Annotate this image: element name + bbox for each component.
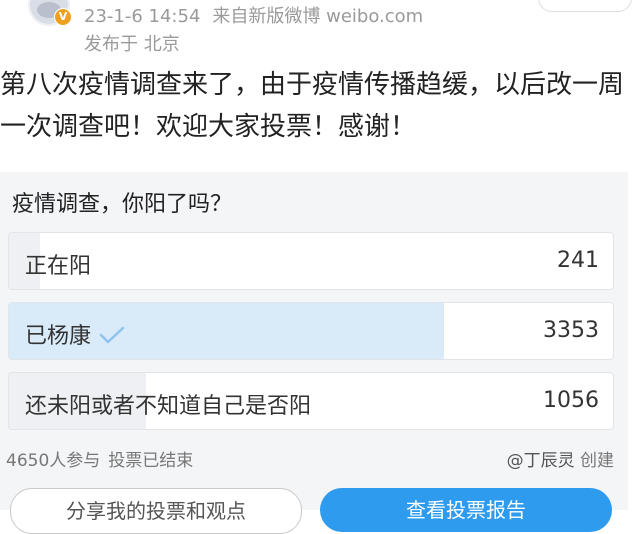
vote-title: 疫情调查，你阳了吗？ (12, 192, 233, 217)
vote-status: 投票已结束 (108, 451, 194, 471)
creator-suffix: 创建 (580, 451, 614, 471)
vote-card: 疫情调查，你阳了吗？ 正在阳 241 已杨康 3353 还未阳或者不知道自己是否… (0, 172, 628, 534)
vote-option-count: 3353 (543, 318, 599, 343)
vote-option-label: 已杨康 (25, 318, 125, 351)
vote-option-count: 1056 (543, 388, 599, 413)
post-text: 第八次疫情调查来了，由于疫情传播趋缓，以后改一周一次调查吧！欢迎大家投票！感谢！ (0, 70, 625, 142)
checkmark-icon (99, 325, 125, 351)
vote-participants: 4650人参与 (6, 451, 101, 471)
vote-option-count: 241 (557, 248, 599, 273)
post-location: 发布于 北京 (84, 34, 180, 55)
vote-option[interactable]: 正在阳 241 (8, 232, 614, 290)
creator-link[interactable]: @丁辰灵 (507, 451, 575, 471)
vote-option[interactable]: 还未阳或者不知道自己是否阳 1056 (8, 372, 614, 430)
vote-option[interactable]: 已杨康 3353 (8, 302, 614, 360)
view-report-button[interactable]: 查看投票报告 (320, 488, 612, 532)
share-vote-button[interactable]: 分享我的投票和观点 (10, 488, 302, 534)
vote-option-label: 还未阳或者不知道自己是否阳 (25, 394, 312, 419)
post-source[interactable]: 来自新版微博 weibo.com (212, 6, 423, 27)
follow-button[interactable] (538, 0, 632, 12)
vote-stats: 4650人参与 投票已结束 (6, 446, 201, 471)
verified-badge-icon: V (54, 8, 72, 26)
vote-option-label: 正在阳 (25, 254, 92, 279)
post-date: 23-1-6 14:54 (84, 6, 201, 27)
post-meta: 23-1-6 14:54 来自新版微博 weibo.com (84, 2, 435, 28)
post-header: V 23-1-6 14:54 来自新版微博 weibo.com 发布于 北京 (0, 0, 640, 60)
vote-creator: @丁辰灵 创建 (507, 446, 614, 471)
